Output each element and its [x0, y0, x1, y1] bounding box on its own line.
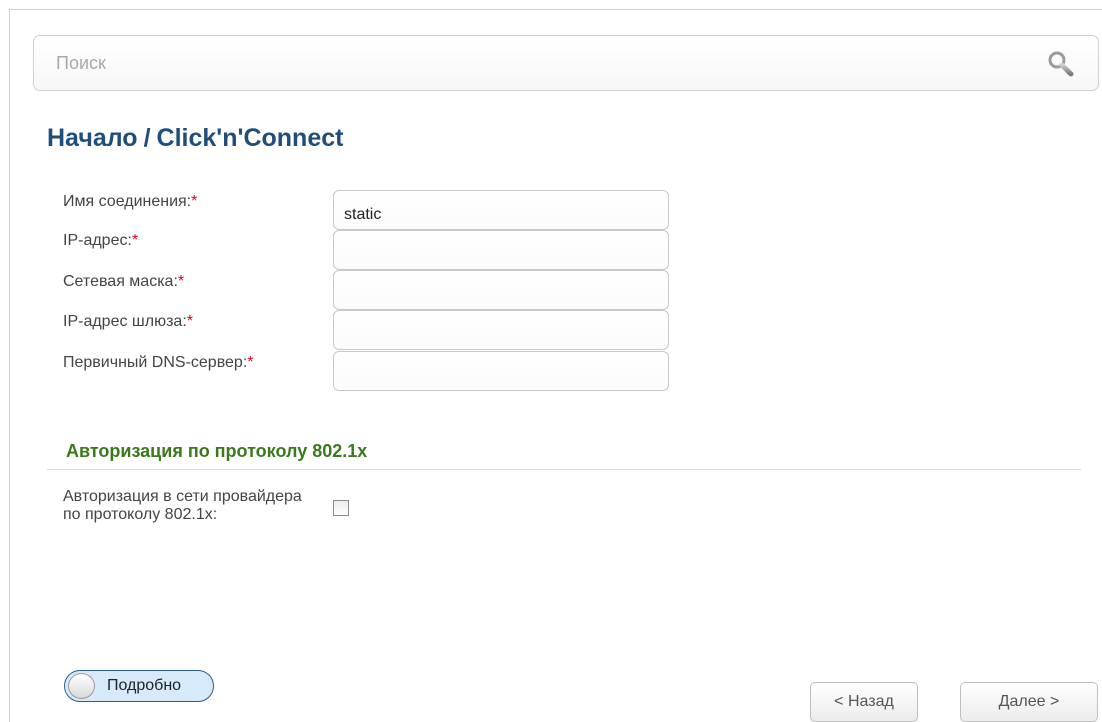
search-bar — [33, 35, 1099, 91]
primary-dns-field[interactable] — [333, 351, 669, 391]
ip-address-field[interactable] — [333, 230, 669, 270]
details-toggle-label: Подробно — [107, 677, 182, 694]
gateway-field[interactable] — [333, 310, 669, 350]
ip-address-label: IP-адрес:* — [63, 232, 139, 249]
netmask-field[interactable] — [333, 270, 669, 310]
page-title: Начало / Click'n'Connect — [47, 124, 343, 153]
search-input[interactable] — [54, 48, 1004, 78]
search-icon[interactable] — [1042, 47, 1082, 83]
auth-8021x-checkbox[interactable] — [333, 500, 349, 516]
details-toggle[interactable]: Подробно — [64, 670, 214, 702]
next-button[interactable]: Далее > — [960, 682, 1098, 722]
connection-name-field[interactable] — [333, 190, 669, 230]
auth-8021x-label: Авторизация в сети провайдера по протоко… — [63, 488, 302, 523]
auth-section-title: Авторизация по протоколу 802.1x — [66, 441, 368, 461]
connection-name-label: Имя соединения:* — [63, 193, 198, 210]
toggle-knob — [68, 673, 95, 699]
gateway-label: IP-адрес шлюза:* — [63, 313, 194, 330]
breadcrumb-separator: / — [143, 124, 151, 152]
primary-dns-label: Первичный DNS-сервер:* — [63, 354, 254, 371]
back-button[interactable]: < Назад — [810, 682, 918, 722]
breadcrumb-root[interactable]: Начало — [47, 124, 138, 152]
breadcrumb-current: Click'n'Connect — [156, 124, 344, 152]
netmask-label: Сетевая маска:* — [63, 273, 185, 290]
section-divider — [47, 469, 1081, 470]
